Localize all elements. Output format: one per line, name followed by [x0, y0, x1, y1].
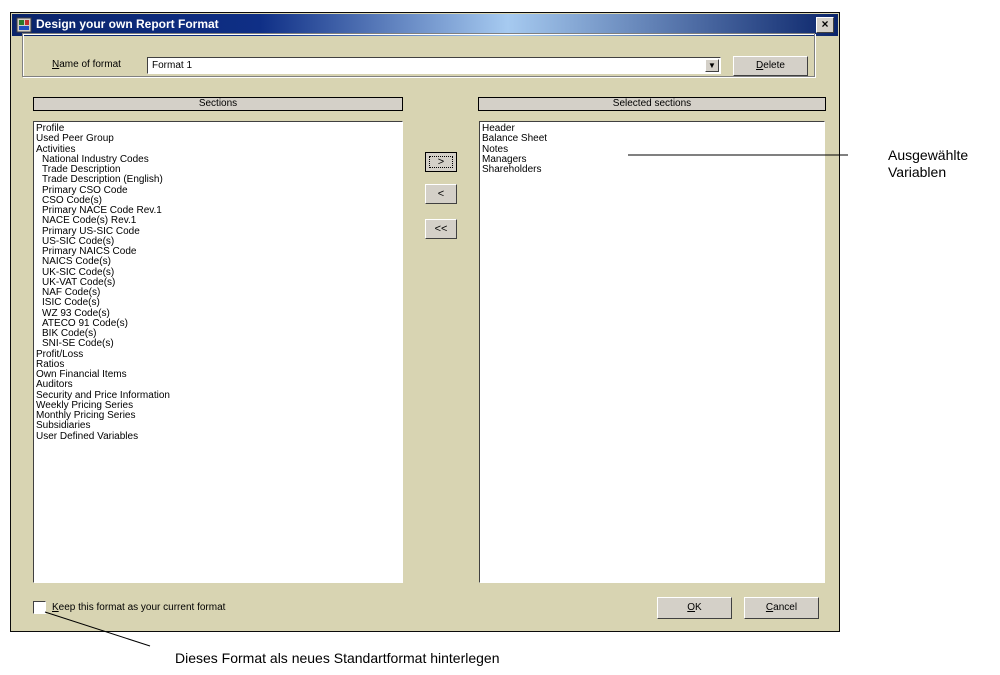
selected-sections-header: Selected sections: [478, 97, 826, 111]
annotation-selected-variables: Ausgewählte Variablen: [888, 147, 968, 181]
close-icon: ×: [821, 17, 829, 31]
delete-button[interactable]: Delete: [733, 56, 808, 76]
sections-list-item[interactable]: Trade Description (English): [34, 174, 170, 185]
name-of-format-value: Format 1: [152, 60, 193, 71]
keep-format-label[interactable]: Keep this format as your current format: [52, 602, 225, 613]
cancel-button[interactable]: Cancel: [744, 597, 819, 619]
sections-listbox[interactable]: Profile Used Peer Group Activities National…: [33, 121, 403, 583]
annotation-line-2: Variablen: [888, 164, 947, 180]
combo-dropdown-button[interactable]: ▼: [705, 59, 719, 72]
remove-all-sections-button[interactable]: <<: [425, 219, 457, 239]
sections-list-item[interactable]: User Defined Variables: [34, 431, 170, 442]
sections-list-item[interactable]: NAICS Code(s): [34, 256, 170, 267]
name-of-format-label: Name of format: [52, 59, 121, 70]
ok-button[interactable]: OK: [657, 597, 732, 619]
selected-list-item[interactable]: Balance Sheet: [480, 133, 547, 144]
annotation-line-1: Ausgewählte: [888, 147, 969, 163]
app-icon: [16, 17, 32, 33]
sections-items: Profile Used Peer Group Activities National…: [34, 123, 170, 442]
sections-list-item[interactable]: SNI-SE Code(s): [34, 338, 170, 349]
keep-format-checkbox[interactable]: [33, 601, 46, 614]
name-of-format-combobox[interactable]: Format 1 ▼: [147, 57, 721, 74]
sections-list-item[interactable]: ISIC Code(s): [34, 297, 170, 308]
sections-header: Sections: [33, 97, 403, 111]
chevron-down-icon: ▼: [708, 61, 716, 70]
selected-list-item[interactable]: Shareholders: [480, 164, 547, 175]
remove-section-button[interactable]: <: [425, 184, 457, 204]
sections-list-item[interactable]: Auditors: [34, 379, 170, 390]
selected-items: Header Balance Sheet Notes Managers Sharehol…: [480, 123, 547, 175]
add-arrow-label: >: [429, 156, 453, 168]
add-section-button[interactable]: >: [425, 152, 457, 172]
sections-list-item[interactable]: Subsidiaries: [34, 420, 170, 431]
sections-list-item[interactable]: Used Peer Group: [34, 133, 170, 144]
sections-list-item[interactable]: NACE Code(s) Rev.1: [34, 215, 170, 226]
close-button[interactable]: ×: [816, 17, 834, 33]
window-title: Design your own Report Format: [36, 17, 219, 31]
selected-sections-listbox[interactable]: Header Balance Sheet Notes Managers Sharehol…: [479, 121, 825, 583]
annotation-default-format: Dieses Format als neues Standartformat h…: [175, 650, 500, 666]
